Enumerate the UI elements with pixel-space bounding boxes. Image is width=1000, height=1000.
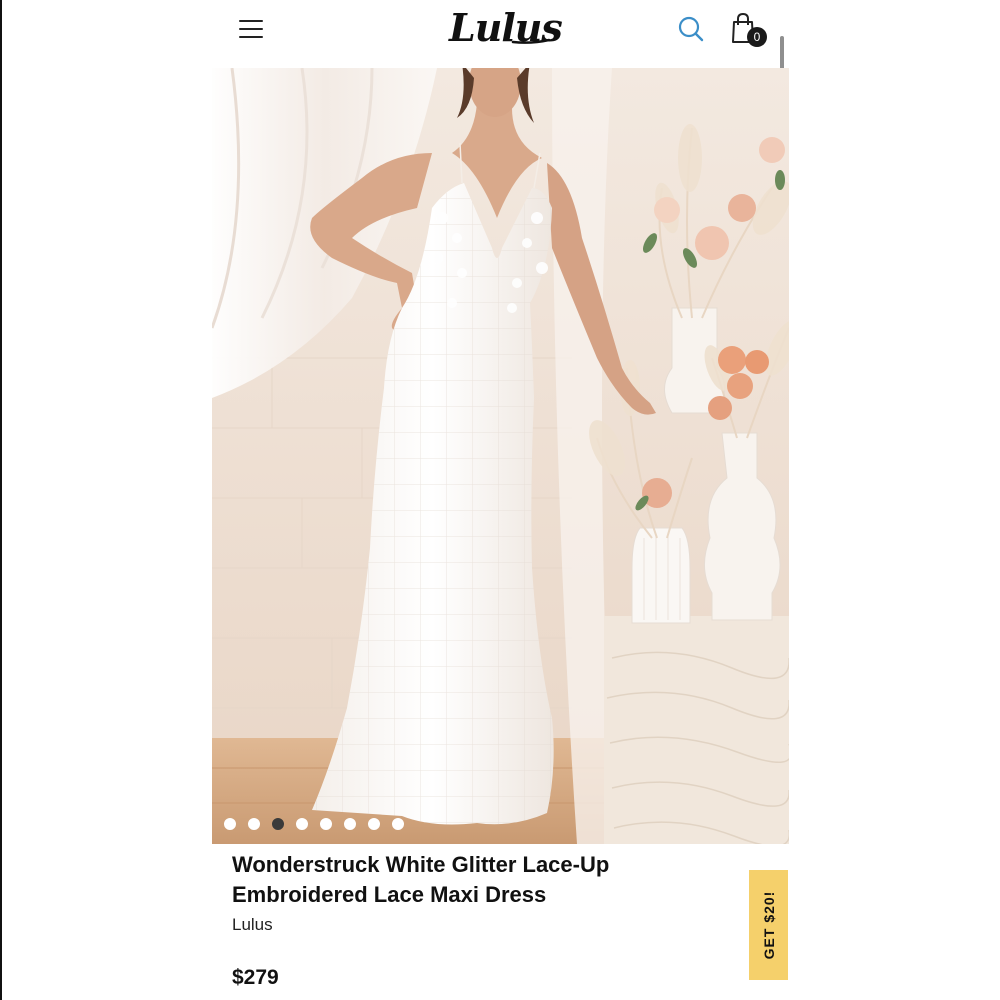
shopping-bag-button[interactable]: 0 <box>730 12 770 48</box>
carousel-dot[interactable] <box>368 818 380 830</box>
product-image[interactable] <box>212 68 789 844</box>
carousel-dot[interactable] <box>392 818 404 830</box>
cart-count-badge: 0 <box>747 27 767 47</box>
carousel-dot[interactable] <box>296 818 308 830</box>
promo-label: GET $20! <box>760 890 777 960</box>
image-carousel-dots <box>224 818 404 830</box>
hamburger-menu-icon[interactable] <box>236 16 266 42</box>
lulus-logo[interactable]: Lulus <box>445 2 563 54</box>
product-price: $279 <box>232 966 279 989</box>
left-edge-border <box>0 0 2 1000</box>
product-title: Wonderstruck White Glitter Lace-Up Embro… <box>232 852 610 907</box>
carousel-dot[interactable] <box>248 818 260 830</box>
carousel-dot[interactable] <box>272 818 284 830</box>
product-brand-link[interactable]: Lulus <box>232 915 273 935</box>
logo-swash <box>511 38 551 44</box>
carousel-dot[interactable] <box>344 818 356 830</box>
product-photo-illustration <box>212 68 789 844</box>
get-20-promo-tab[interactable]: GET $20! <box>749 870 788 980</box>
carousel-dot[interactable] <box>320 818 332 830</box>
search-icon[interactable] <box>676 14 706 44</box>
carousel-dot[interactable] <box>224 818 236 830</box>
